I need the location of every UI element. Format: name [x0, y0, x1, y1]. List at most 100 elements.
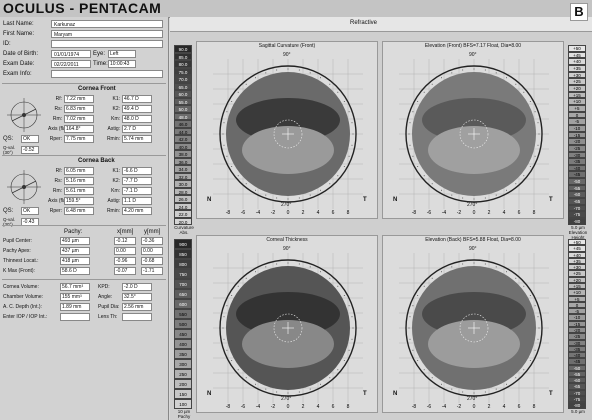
map-panel-3: -8 -6 -4 -2 0 2 4 6 8 Elevation (Back) BFS=5.88 F…	[382, 235, 564, 413]
x-tick-label: 2	[302, 404, 305, 410]
scale-cell: -80	[568, 218, 586, 225]
x-tick-label: -6	[241, 210, 246, 216]
field-value[interactable]: 02/22/2011	[51, 60, 91, 68]
x-tick-label: -4	[256, 404, 261, 410]
scale-cell: 75.0	[174, 67, 192, 75]
scale-cell: 250	[174, 369, 192, 379]
scale-cell: +50	[568, 45, 586, 52]
x-value: -0.96	[114, 257, 136, 265]
scale-cell: +20	[568, 84, 586, 92]
axis-top-label: 90°	[283, 246, 291, 252]
field-value[interactable]: 01/01/1974	[51, 50, 91, 58]
map-graphic[interactable]: -8 -6 -4 -2 0 2 4 6 8	[383, 42, 565, 220]
eye-label: Eye:	[93, 51, 106, 57]
temporal-label: T	[549, 197, 553, 203]
scale-cell: 36.0	[174, 157, 192, 165]
map-graphic[interactable]: -8 -6 -4 -2 0 2 4 6 8	[197, 236, 379, 414]
scale-cell: 650	[174, 289, 192, 299]
scale-cell: -60	[568, 191, 586, 199]
map-graphic[interactable]: -8 -6 -4 -2 0 2 4 6 8	[197, 42, 379, 220]
patient-field-2: ID:	[3, 40, 167, 49]
x-tick-label: 4	[317, 404, 320, 410]
cornea-front-label: Km:	[111, 116, 120, 122]
scale-cell: -25	[568, 144, 586, 152]
divider	[2, 225, 166, 226]
cornea-back-value: -6.6 D	[122, 167, 152, 175]
scale-cell: +35	[568, 64, 586, 72]
cornea-front-label: Astig:	[107, 126, 120, 132]
cornea-front-value: 7.22 mm	[64, 95, 94, 103]
scale-cell: 80.0	[174, 60, 192, 68]
scale-cell: 34.0	[174, 165, 192, 173]
field-value[interactable]	[51, 70, 163, 78]
divider	[2, 83, 166, 84]
x-tick-label: 8	[533, 404, 536, 410]
cornea-back-value: 5.61 mm	[64, 187, 94, 195]
x-tick-label: 8	[533, 210, 536, 216]
cornea-front-value: 48.0 D	[122, 115, 152, 123]
volume-value: 155 mm³	[60, 293, 90, 301]
scale-cell: -50	[568, 178, 586, 185]
app-title: OCULUS - PENTACAM	[3, 0, 162, 16]
patient-field-5: Exam Info:	[3, 70, 167, 79]
patient-field-4: Exam Date: 02/22/2011	[3, 60, 167, 69]
eye-value[interactable]: Left	[108, 50, 136, 58]
scale-cell: 50.0	[174, 105, 192, 113]
cornea-back-label: Rm:	[52, 188, 62, 194]
curvature-scale: 90.0 85.0 80.0 75.0 70.0 65.0 60.0 55.0 50.0 48.0…	[174, 45, 194, 235]
volume-value: -2.0 D	[122, 283, 152, 291]
scale-cell: 28.0	[174, 187, 192, 195]
scale-cell: 800	[174, 259, 192, 269]
field-label: Last Name:	[3, 21, 34, 27]
scale-cell: 500	[174, 319, 192, 329]
y-value: -1.71	[141, 267, 163, 275]
patient-field-0: Last Name: Karkunaz	[3, 20, 167, 29]
pachy-scale: 900 850 800 750 700 650 600 550 500 450 400 350 300 2…	[174, 239, 194, 419]
title-bar: OCULUS - PENTACAM	[0, 0, 592, 18]
y-value: 0.00	[141, 247, 163, 255]
x-tick-label: 4	[317, 210, 320, 216]
map-graphic[interactable]: -8 -6 -4 -2 0 2 4 6 8	[383, 236, 565, 414]
field-label: Date of Birth:	[3, 51, 39, 57]
scale-cell: +25	[568, 78, 586, 85]
scale-cell: 48.0	[174, 112, 192, 120]
field-value[interactable]: Karkunaz	[51, 20, 163, 28]
volume-label: Lens Th:	[98, 314, 118, 320]
field-label: Exam Info:	[3, 71, 32, 77]
scale-cell: 850	[174, 249, 192, 259]
x-tick-label: -2	[457, 210, 462, 216]
cornea-back-label: K1:	[112, 168, 120, 174]
field-value[interactable]	[51, 40, 163, 48]
scale-cell: 550	[174, 309, 192, 319]
scale-cell: -15	[568, 131, 586, 139]
scale-cell: 30.0	[174, 180, 192, 188]
x-tick-label: 6	[332, 210, 335, 216]
nasal-label: N	[393, 197, 398, 203]
volume-value: 1.89 mm	[60, 303, 90, 311]
x-tick-label: -8	[226, 404, 231, 410]
pachy-value: 493 µm	[60, 237, 90, 245]
scale-cell: -35	[568, 158, 586, 165]
volume-label: Chamber Volume:	[3, 294, 44, 300]
volume-label: Pupil Dia:	[98, 304, 120, 310]
x-tick-label: -4	[256, 210, 261, 216]
x-tick-label: 2	[488, 210, 491, 216]
x-value: -0.12	[114, 237, 136, 245]
scale-cell: -30	[568, 151, 586, 159]
cornea-back-value: 1.1 D	[122, 197, 152, 205]
field-value[interactable]: Maryam	[51, 30, 163, 38]
scale-cell: 55.0	[174, 97, 192, 105]
volume-value	[122, 313, 152, 321]
cornea-back-label: Rs:	[54, 178, 63, 184]
pachy-row-label: K Max (Front):	[3, 268, 35, 274]
scale-cell: -75	[568, 211, 586, 219]
volume-label: Enter IOP / IOP Int.:	[3, 314, 48, 320]
cornea-back-value: -7.7 D	[122, 177, 152, 185]
y-value: -0.36	[141, 237, 163, 245]
cornea-front-qs-value: OK	[21, 135, 39, 143]
pachy-value: 437 µm	[60, 247, 90, 255]
time-value[interactable]: 10:00:43	[108, 60, 136, 68]
x-tick-label: -6	[427, 210, 432, 216]
field-label: ID:	[3, 41, 11, 47]
cornea-front-qs-label: QS:	[3, 136, 14, 142]
